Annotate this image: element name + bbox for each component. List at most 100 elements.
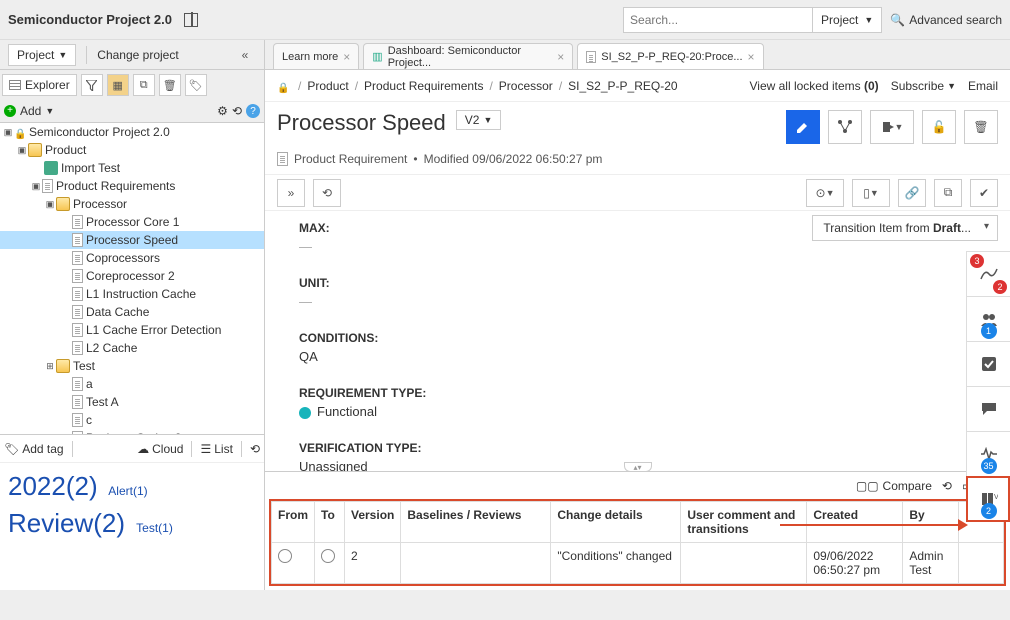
tree-root[interactable]: ▣ Semiconductor Project 2.0: [0, 123, 264, 141]
lock-button[interactable]: 🔓: [922, 110, 956, 144]
compare-button[interactable]: ▢▢Compare: [856, 479, 932, 493]
project-dropdown[interactable]: Project ▼: [8, 44, 76, 66]
plus-icon: +: [4, 105, 16, 117]
settings-gear-icon[interactable]: ⚙: [217, 104, 228, 118]
radio-to[interactable]: [321, 549, 335, 563]
trash-icon[interactable]: 🗑: [159, 74, 181, 96]
help-icon[interactable]: ?: [246, 104, 260, 118]
side-activity-icon[interactable]: 35: [966, 431, 1010, 477]
crumb-processor[interactable]: Processor: [499, 79, 553, 93]
cloud-view-button[interactable]: ☁Cloud: [137, 442, 183, 456]
tree-item[interactable]: L1 Instruction Cache: [0, 285, 264, 303]
copy-icon[interactable]: ⧉: [934, 179, 962, 207]
add-tag-button[interactable]: 🏷Add tag: [4, 442, 64, 456]
tree-item[interactable]: L2 Cache: [0, 339, 264, 357]
explorer-label: Explorer: [25, 78, 70, 92]
change-project-link[interactable]: Change project: [97, 48, 178, 62]
search-scope-dropdown[interactable]: Project▼: [813, 7, 882, 33]
tree-item[interactable]: a: [0, 375, 264, 393]
expand-all-button[interactable]: »: [277, 179, 305, 207]
tree-product[interactable]: ▣ Product: [0, 141, 264, 159]
table-row[interactable]: 2 "Conditions" changed 09/06/2022 06:50:…: [272, 543, 1004, 584]
document-icon: [72, 341, 83, 355]
crumb-id: SI_S2_P-P_REQ-20: [568, 79, 677, 93]
side-comment-icon[interactable]: [966, 386, 1010, 432]
refresh-button[interactable]: ⟲: [313, 179, 341, 207]
folder-icon: [28, 143, 42, 157]
tab-dashboard[interactable]: ▥Dashboard: Semiconductor Project...×: [363, 43, 573, 69]
tree-test[interactable]: ⊞Test: [0, 357, 264, 375]
delete-button[interactable]: 🗑: [964, 110, 998, 144]
link-icon[interactable]: 🔗: [898, 179, 926, 207]
calendar-icon[interactable]: ▦: [107, 74, 129, 96]
tag-panel: 🏷Add tag ☁Cloud ☰List ⟲ 2022(2) Alert(1)…: [0, 434, 264, 590]
advanced-search-label: Advanced search: [909, 13, 1002, 27]
folder-icon: [56, 197, 70, 211]
side-check-icon[interactable]: [966, 341, 1010, 387]
relations-button[interactable]: [828, 110, 862, 144]
tree-product-requirements[interactable]: ▣ Product Requirements: [0, 177, 264, 195]
explorer-tree: ▣ Semiconductor Project 2.0 ▣ Product Im…: [0, 122, 264, 434]
filter-icon[interactable]: [81, 74, 103, 96]
window-layout-icon[interactable]: [184, 13, 198, 27]
tab-learn-more[interactable]: Learn more×: [273, 43, 359, 69]
tag-2022[interactable]: 2022(2): [8, 471, 98, 502]
document-menu-icon[interactable]: ▯ ▼: [852, 179, 890, 207]
tag-icon: 🏷: [4, 442, 19, 456]
tree-item[interactable]: Coreprocessor 2: [0, 267, 264, 285]
tab-requirement[interactable]: SI_S2_P-P_REQ-20:Proce...×: [577, 43, 763, 69]
tree-item[interactable]: Coprocessors: [0, 249, 264, 267]
side-versions-icon[interactable]: V 2: [966, 476, 1010, 522]
refresh-history-icon[interactable]: ⟲: [942, 479, 952, 493]
view-locked-link[interactable]: View all locked items (0): [750, 79, 879, 93]
copy-icon[interactable]: ⧉: [133, 74, 155, 96]
transition-dropdown[interactable]: Transition Item from Draft...: [812, 215, 998, 241]
add-button[interactable]: + Add ▼: [4, 104, 54, 118]
crumb-product-requirements[interactable]: Product Requirements: [364, 79, 483, 93]
tag-alert[interactable]: Alert(1): [108, 484, 147, 498]
version-dropdown[interactable]: V2 ▼: [456, 110, 502, 130]
tree-item-selected[interactable]: Processor Speed: [0, 231, 264, 249]
project-title: Semiconductor Project 2.0: [8, 12, 172, 27]
tree-item[interactable]: c: [0, 411, 264, 429]
side-users-icon[interactable]: 1: [966, 296, 1010, 342]
settings-icon[interactable]: ⊙ ▼: [806, 179, 844, 207]
radio-from[interactable]: [278, 549, 292, 563]
tree-item[interactable]: Processor Core 1: [0, 213, 264, 231]
close-icon[interactable]: ×: [343, 50, 350, 64]
table-header-row: From To Version Baselines / Reviews Chan…: [272, 502, 1004, 543]
crumb-product[interactable]: Product: [307, 79, 348, 93]
close-icon[interactable]: ×: [748, 50, 755, 64]
tree-item[interactable]: L1 Cache Error Detection: [0, 321, 264, 339]
breadcrumb: / Product/ Product Requirements/ Process…: [265, 70, 1010, 102]
close-icon[interactable]: ×: [557, 50, 564, 64]
explorer-tab[interactable]: Explorer: [2, 74, 77, 96]
tag-test[interactable]: Test(1): [136, 521, 173, 535]
list-view-button[interactable]: ☰List: [200, 442, 232, 456]
collapse-sidebar-icon[interactable]: «: [234, 44, 256, 66]
badge: 2: [981, 503, 997, 519]
refresh-tag-icon[interactable]: ⟲: [250, 442, 260, 456]
tree-item[interactable]: Data Cache: [0, 303, 264, 321]
panel-resize-handle[interactable]: ▴▾: [624, 462, 652, 472]
list-icon: [9, 80, 21, 90]
tree-item[interactable]: Test A: [0, 393, 264, 411]
subscribe-dropdown[interactable]: Subscribe ▼: [891, 79, 956, 93]
side-trace-icon[interactable]: 3 2: [966, 251, 1010, 297]
jigsaw-icon: [44, 161, 58, 175]
field-max-value: —: [299, 239, 990, 254]
tree-import-test[interactable]: Import Test: [0, 159, 264, 177]
search-input[interactable]: [623, 7, 813, 33]
tag-review[interactable]: Review(2): [8, 508, 125, 539]
lock-icon: [277, 80, 289, 92]
tree-processor[interactable]: ▣ Processor: [0, 195, 264, 213]
advanced-search-link[interactable]: 🔍 Advanced search: [890, 13, 1002, 27]
export-button[interactable]: ▼: [870, 110, 914, 144]
page-title: Processor Speed: [277, 110, 446, 136]
email-link[interactable]: Email: [968, 79, 998, 93]
refresh-icon[interactable]: ⟲: [232, 104, 242, 118]
tag-icon[interactable]: 🏷: [185, 74, 207, 96]
edit-button[interactable]: [786, 110, 820, 144]
check-icon[interactable]: ✔: [970, 179, 998, 207]
modified-label: Modified 09/06/2022 06:50:27 pm: [424, 152, 603, 166]
